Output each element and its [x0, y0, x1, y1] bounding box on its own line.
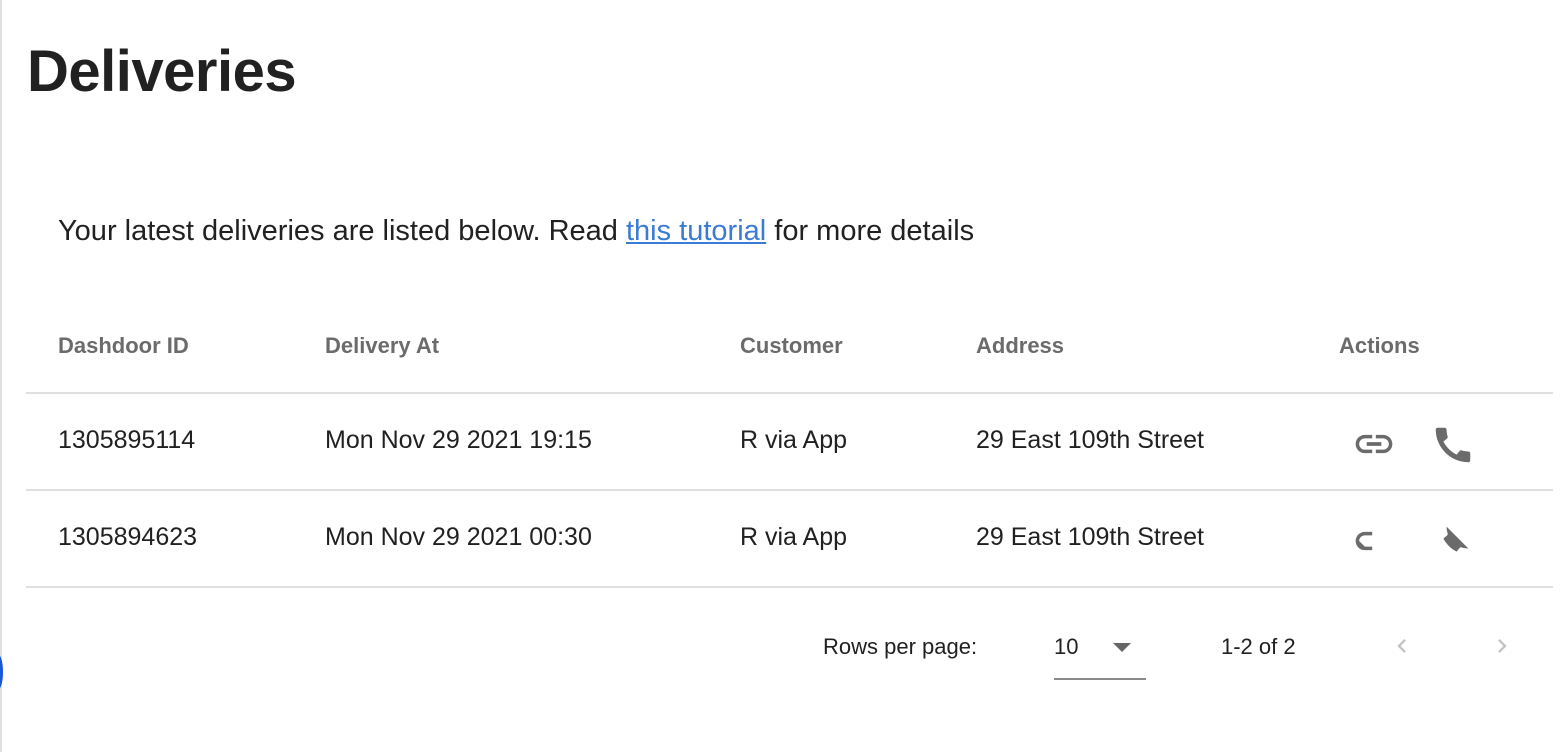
tutorial-link[interactable]: this tutorial	[626, 215, 766, 247]
column-header-customer[interactable]: Customer	[740, 333, 843, 359]
rows-per-page-label: Rows per page:	[823, 634, 978, 659]
cell-customer: R via App	[740, 523, 848, 551]
rows-per-page-select[interactable]: 10	[1054, 620, 1146, 680]
cell-address: 29 East 109th Street	[976, 426, 1204, 454]
table-row: 1305895114 Mon Nov 29 2021 19:15 R via A…	[26, 394, 1553, 491]
table-header: Dashdoor ID Delivery At Customer Address…	[26, 300, 1553, 394]
link-icon[interactable]	[1352, 422, 1396, 466]
previous-page-button[interactable]	[1388, 632, 1416, 660]
phone-icon[interactable]	[1430, 519, 1476, 565]
next-page-button[interactable]	[1488, 632, 1516, 660]
cell-id: 1305894623	[58, 523, 198, 551]
link-icon[interactable]	[1352, 519, 1396, 563]
intro-after: for more details	[766, 215, 975, 247]
rows-per-page-value: 10	[1054, 634, 1079, 659]
column-header-actions: Actions	[1339, 333, 1420, 358]
column-header-delivery-at[interactable]: Delivery At	[325, 333, 439, 359]
deliveries-table: Dashdoor ID Delivery At Customer Address…	[26, 300, 1553, 588]
cell-address: 29 East 109th Street	[976, 523, 1204, 551]
intro-text: Your latest deliveries are listed below.…	[58, 215, 974, 248]
intro-before: Your latest deliveries are listed below.…	[58, 215, 626, 247]
caret-down-icon	[1113, 643, 1131, 652]
page-range: 1-2 of 2	[1221, 634, 1296, 659]
phone-icon[interactable]	[1430, 422, 1476, 468]
cell-delivery-at: Mon Nov 29 2021 00:30	[325, 523, 592, 551]
pagination: Rows per page: 10 1-2 of 2	[0, 620, 1568, 680]
cell-delivery-at: Mon Nov 29 2021 19:15	[325, 426, 592, 454]
table-row: 1305894623 Mon Nov 29 2021 00:30 R via A…	[26, 491, 1553, 588]
cell-customer: R via App	[740, 426, 848, 454]
cell-id: 1305895114	[58, 426, 196, 454]
page-title: Deliveries	[27, 39, 297, 104]
column-header-id[interactable]: Dashdoor ID	[58, 333, 189, 359]
column-header-address[interactable]: Address	[976, 333, 1064, 359]
